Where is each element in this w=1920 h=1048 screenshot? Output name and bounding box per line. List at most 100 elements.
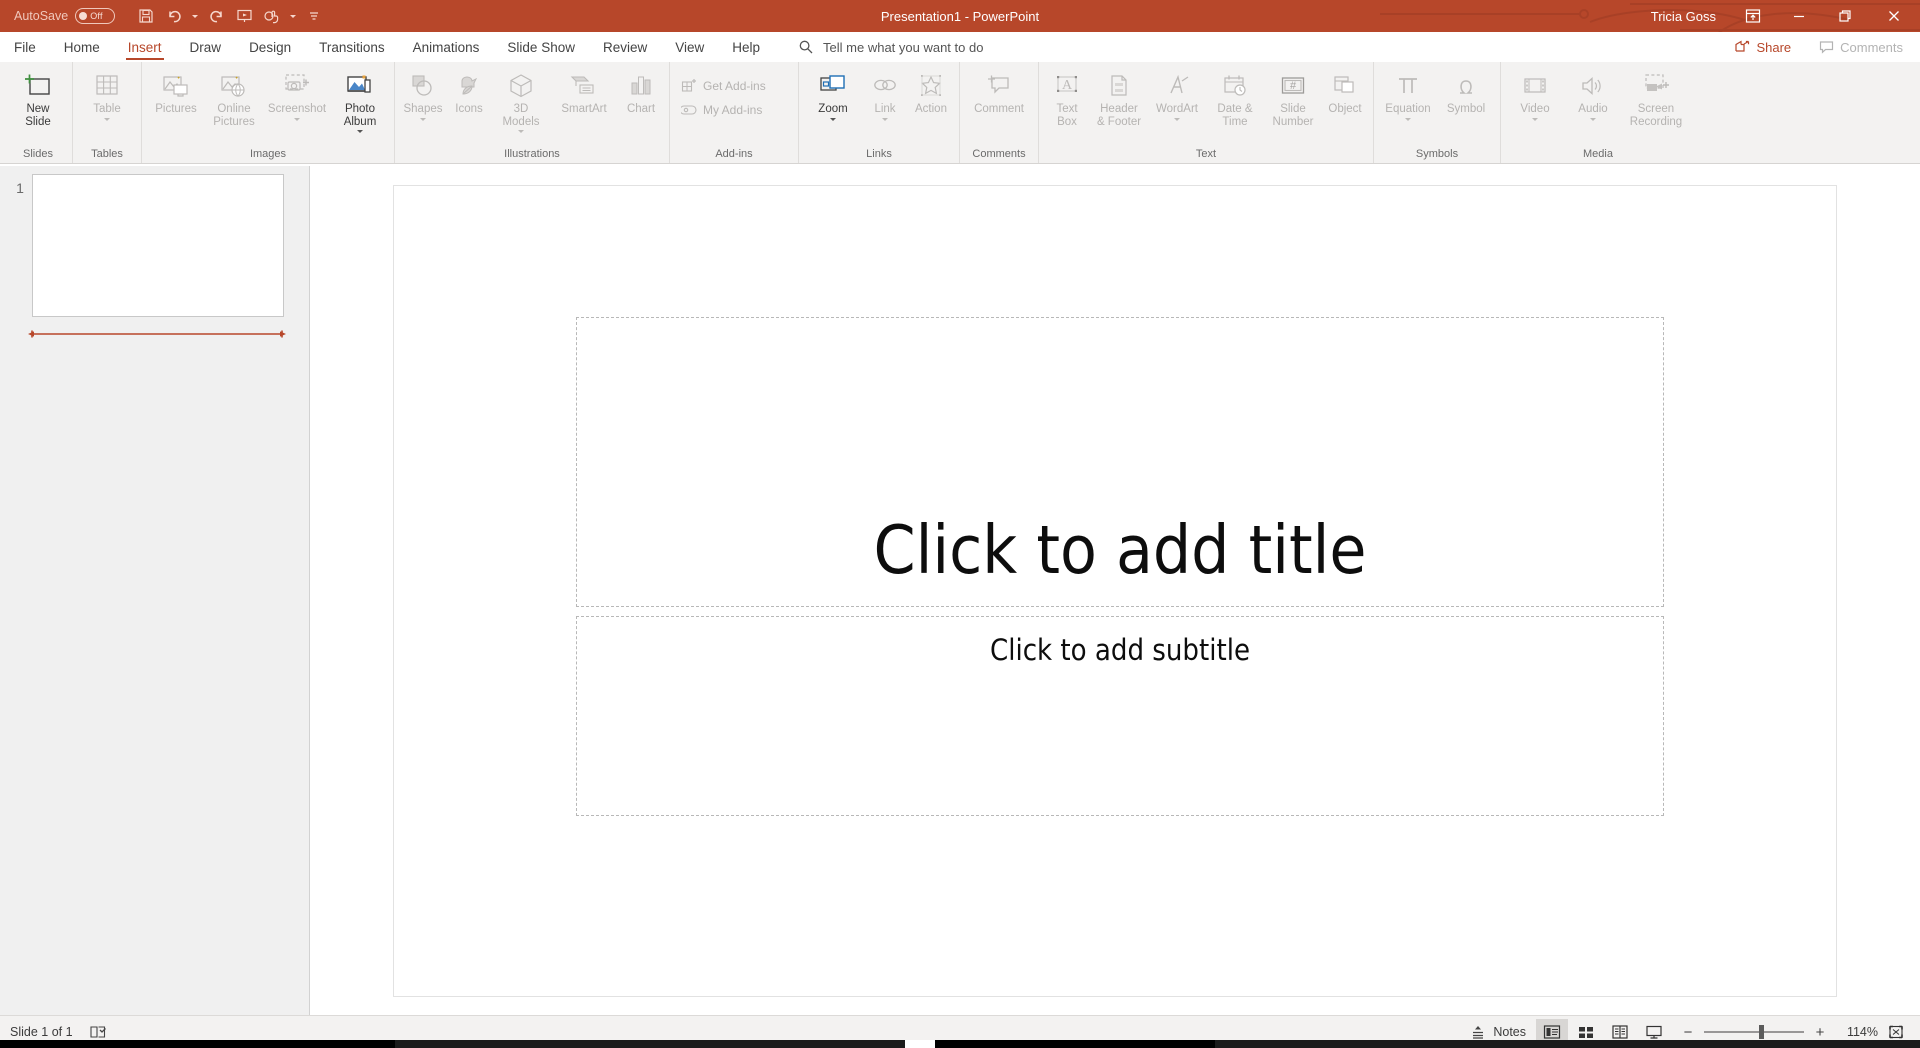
pane-resize-arrow-icon[interactable] [26,329,288,339]
slide-canvas[interactable]: Click to add title Click to add subtitle [393,184,1837,997]
tab-design[interactable]: Design [235,32,305,62]
link-icon [871,69,899,103]
thumbnail-number: 1 [16,180,24,196]
chart-button[interactable]: Chart [618,66,664,116]
symbol-button[interactable]: Symbol [1437,66,1495,116]
slide-editing-pane[interactable]: Click to add title Click to add subtitle [310,166,1920,1015]
screenshot-label: Screenshot [267,103,327,115]
table-button[interactable]: Table [78,66,136,121]
thumbnail-list-item[interactable]: 1 [0,174,309,317]
equation-button[interactable]: Equation [1379,66,1437,121]
ribbon-display-options-icon[interactable] [1730,0,1776,32]
slide-number-button[interactable]: # Slide Number [1264,66,1322,128]
comment-button[interactable]: Comment [965,66,1033,116]
save-icon[interactable] [133,4,159,28]
zoom-level-label[interactable]: 114% [1838,1025,1878,1039]
touch-mode-icon[interactable] [259,4,285,28]
group-label-illustrations: Illustrations [504,148,560,160]
restore-icon[interactable] [1822,0,1868,32]
audio-button[interactable]: Audio [1564,66,1622,121]
shapes-label: Shapes [403,103,443,115]
icons-icon [455,69,483,103]
tab-help[interactable]: Help [718,32,774,62]
autosave-control[interactable]: AutoSave Off [14,8,116,24]
autosave-toggle[interactable]: Off [75,8,116,24]
pictures-button[interactable]: Pictures [147,66,205,116]
icons-label: Icons [455,103,483,115]
tab-draw[interactable]: Draw [176,32,236,62]
zoom-in-button[interactable]: + [1814,1024,1826,1041]
video-dropdown-icon[interactable] [1532,117,1538,121]
smartart-button[interactable]: SmartArt [550,66,618,116]
slide-thumbnail-1[interactable] [32,174,284,317]
start-slideshow-icon[interactable] [231,4,257,28]
zoom-button[interactable]: Zoom [804,66,862,121]
share-button[interactable]: Share [1724,37,1802,58]
shapes-button[interactable]: Shapes [400,66,446,121]
object-button[interactable]: Object [1322,66,1368,116]
touch-mode-dropdown-icon[interactable] [287,4,299,28]
zoom-slider-handle[interactable] [1759,1025,1764,1039]
photo-album-button[interactable]: Photo Album [331,66,389,133]
minimize-icon[interactable] [1776,0,1822,32]
wordart-dropdown-icon[interactable] [1174,117,1180,121]
share-label: Share [1756,39,1792,55]
tab-home[interactable]: Home [50,32,114,62]
undo-icon[interactable] [161,4,187,28]
table-dropdown-icon[interactable] [104,117,110,121]
screenshot-button[interactable]: Screenshot [263,66,331,121]
title-placeholder[interactable]: Click to add title [576,316,1664,607]
pictures-icon [161,69,191,103]
action-button[interactable]: Action [908,66,954,116]
get-addins-button[interactable]: Get Add-ins [675,74,793,98]
online-pictures-button[interactable]: Online Pictures [205,66,263,128]
3d-models-button[interactable]: 3D Models [492,66,550,133]
equation-icon [1394,69,1422,103]
get-addins-label: Get Add-ins [703,79,766,93]
equation-dropdown-icon[interactable] [1405,117,1411,121]
link-button[interactable]: Link [862,66,908,121]
icons-button[interactable]: Icons [446,66,492,116]
zoom-out-button[interactable]: − [1682,1024,1694,1041]
group-label-text: Text [1195,148,1217,160]
group-label-slides: Slides [23,148,53,160]
date-time-button[interactable]: Date & Time [1206,66,1264,128]
customize-qat-icon[interactable] [301,4,327,28]
tab-file[interactable]: File [0,32,50,62]
zoom-dropdown-icon[interactable] [830,117,836,121]
new-slide-button[interactable]: New Slide [9,66,67,128]
video-button[interactable]: Video [1506,66,1564,121]
redo-icon[interactable] [203,4,229,28]
accessibility-checker-icon[interactable] [89,1024,107,1040]
tab-view[interactable]: View [661,32,718,62]
audio-dropdown-icon[interactable] [1590,117,1596,121]
slide-count-label[interactable]: Slide 1 of 1 [10,1025,73,1039]
shapes-dropdown-icon[interactable] [420,117,426,121]
wordart-button[interactable]: WordArt [1148,66,1206,121]
account-name[interactable]: Tricia Goss [1651,9,1716,24]
screenshot-dropdown-icon[interactable] [294,117,300,121]
tab-slide-show[interactable]: Slide Show [493,32,589,62]
3d-models-dropdown-icon[interactable] [518,130,524,133]
group-label-images: Images [249,148,287,160]
header-footer-button[interactable]: Header & Footer [1090,66,1148,128]
slide-thumbnail-pane[interactable]: 1 [0,166,310,1015]
tab-transitions[interactable]: Transitions [305,32,399,62]
tab-review[interactable]: Review [589,32,661,62]
tab-animations[interactable]: Animations [399,32,494,62]
new-slide-label: New Slide [25,103,51,128]
my-addins-button[interactable]: My Add-ins [675,98,793,122]
comments-button[interactable]: Comments [1808,37,1914,58]
link-dropdown-icon[interactable] [882,117,888,121]
zoom-slider-track[interactable] [1704,1025,1804,1039]
subtitle-placeholder[interactable]: Click to add subtitle [576,615,1664,816]
screen-recording-button[interactable]: Screen Recording [1622,66,1690,128]
undo-dropdown-icon[interactable] [189,4,201,28]
group-label-comments: Comments [972,148,1026,160]
tell-me-search[interactable]: Tell me what you want to do [798,32,983,62]
text-box-button[interactable]: A Text Box [1044,66,1090,128]
close-icon[interactable] [1868,0,1920,32]
photo-album-dropdown-icon[interactable] [357,130,363,133]
tab-insert[interactable]: Insert [114,32,176,62]
zoom-slider-control[interactable]: − + [1682,1024,1826,1041]
